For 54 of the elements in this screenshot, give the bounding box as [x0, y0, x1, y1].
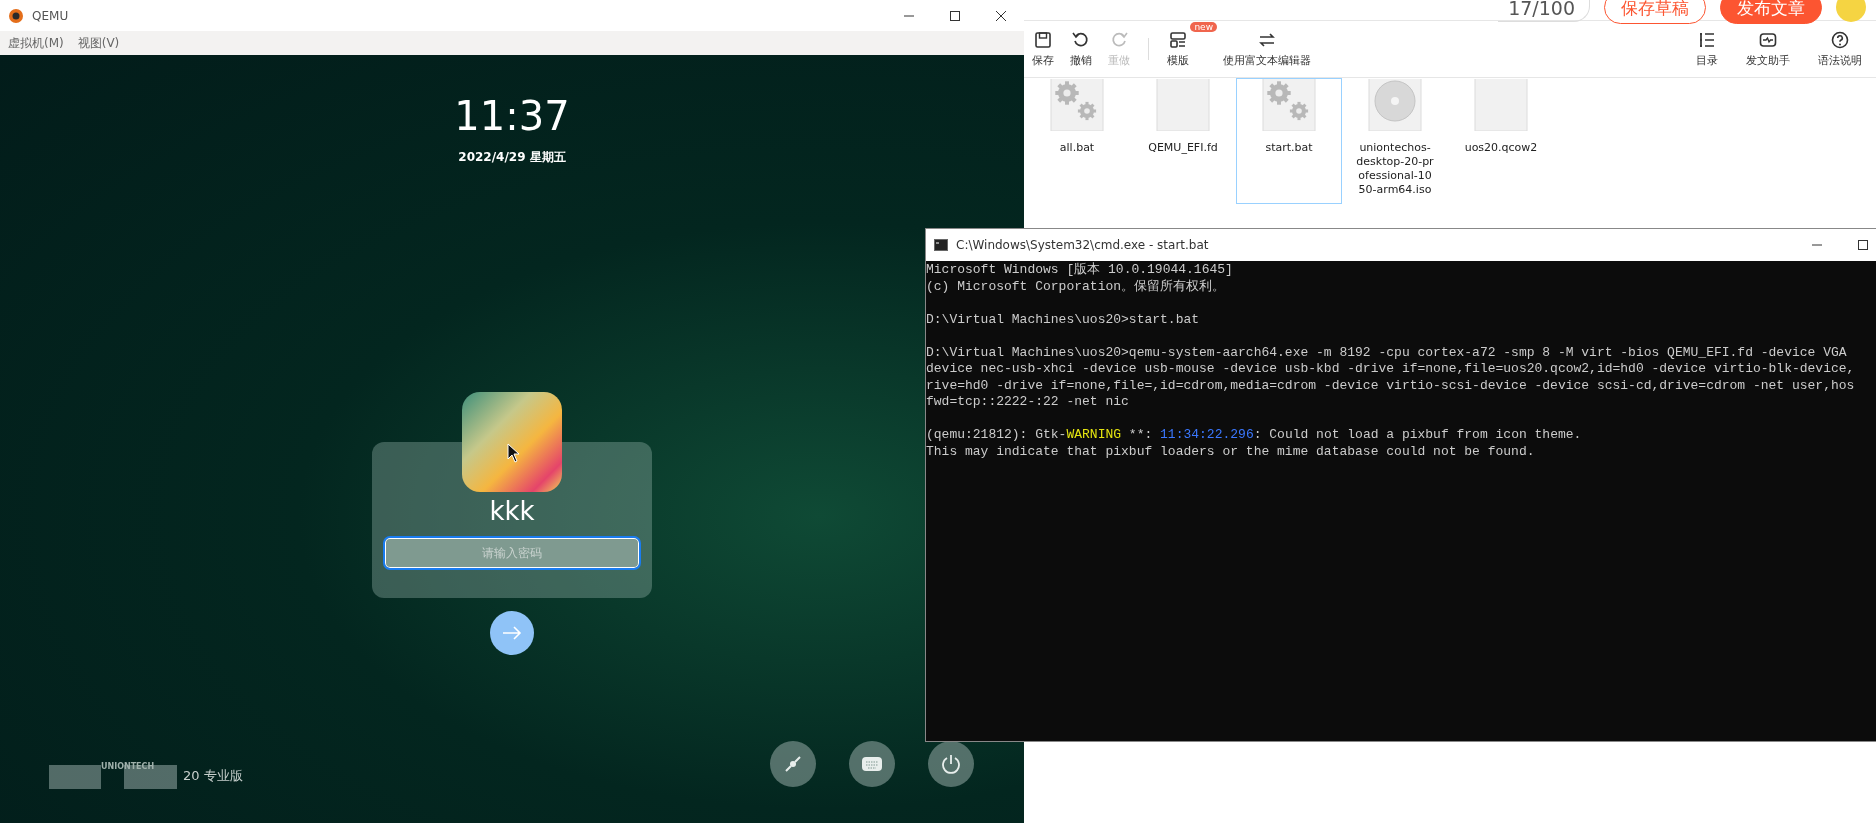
word-count: 17/100: [1498, 0, 1590, 22]
clock-date: 2022/4/29 星期五: [457, 149, 567, 166]
file-item[interactable]: all.bat: [1024, 78, 1130, 204]
plug-icon: [783, 754, 803, 774]
toolbar-button[interactable]: 目录: [1682, 30, 1732, 68]
app-logo-icon: [8, 7, 24, 24]
console-line: (qemu:21812): Gtk-WARNING **: 11:34:22.296: Could not load a pixbuf from icon theme.: [926, 427, 1582, 444]
menu-item[interactable]: 虚拟机(M): [8, 34, 64, 52]
file-name: start.bat: [1264, 141, 1314, 155]
toolbar-button[interactable]: 模版: [1159, 30, 1197, 68]
menu-item[interactable]: 视图(V): [77, 34, 120, 52]
file-name: QEMU_EFI.fd: [1147, 141, 1219, 155]
network-button[interactable]: [770, 741, 816, 787]
file-name: all.bat: [1058, 141, 1096, 155]
arrow-right-icon: [502, 626, 522, 640]
file-item[interactable]: start.bat: [1236, 78, 1342, 204]
file-item[interactable]: QEMU_EFI.fd: [1130, 78, 1236, 204]
console-line: device nec-usb-xhci -device usb-mouse -device usb-kbd -drive if=none,file=uos20.qcow2,id=hd0 -device virtio-blk-device,: [926, 361, 1855, 378]
file-name: uniontechos-desktop-20-professional-1050-arm64.iso: [1356, 141, 1434, 197]
clock-time: 11:37: [453, 93, 571, 139]
cursor-icon: [507, 443, 521, 463]
console-line: D:\Virtual Machines\uos20>qemu-system-aarch64.exe -m 8192 -cpu cortex-a72 -smp 8 -M virt -bios QEMU_EFI.fd -device VGA: [926, 344, 1847, 361]
keyboard-button[interactable]: [849, 741, 895, 787]
user-name: kkk: [489, 496, 535, 526]
list-icon: [1697, 30, 1717, 50]
new-badge: new: [1190, 22, 1217, 32]
console-line: (c) Microsoft Corporation。保留所有权利。: [926, 278, 1226, 295]
power-icon: [940, 753, 962, 775]
toolbar-button[interactable]: 保存: [1024, 30, 1062, 68]
help-icon: [1830, 30, 1850, 50]
console-line: fwd=tcp::2222-:22 -net nic: [926, 394, 1129, 411]
console-line: rive=hd0 -drive if=none,file=,id=cdrom,media=cdrom -device virtio-scsi-device -device scsi-cd,drive=cdrom -net user,hos: [926, 377, 1855, 394]
file-item[interactable]: uos20.qcow2: [1448, 78, 1554, 204]
console-line: This may indicate that pixbuf loaders or the mime database could not be found.: [926, 443, 1535, 460]
assistant-icon: [1758, 30, 1778, 50]
template-icon: [1168, 30, 1188, 50]
console-line: D:\Virtual Machines\uos20>start.bat: [926, 311, 1200, 328]
console-line: Microsoft Windows [版本 10.0.19044.1645]: [926, 262, 1233, 279]
power-button[interactable]: [928, 741, 974, 787]
file-name: uos20.qcow2: [1463, 141, 1539, 155]
window-title: C:\Windows\System32\cmd.exe - start.bat: [956, 238, 1209, 252]
save-icon: [1033, 30, 1053, 50]
toolbar-button[interactable]: 撤销: [1062, 30, 1100, 68]
login-button[interactable]: [490, 611, 534, 655]
toolbar-button[interactable]: 使用富文本编辑器: [1215, 30, 1319, 68]
toolbar-button[interactable]: 发文助手: [1732, 30, 1804, 68]
console-icon: [934, 239, 948, 251]
window-title: QEMU: [32, 8, 69, 23]
keyboard-icon: [861, 756, 883, 772]
logo: UNIONTECH: [49, 762, 177, 789]
file-item[interactable]: uniontechos-desktop-20-professional-1050-arm64.iso: [1342, 78, 1448, 204]
password-field[interactable]: 请输入密码: [383, 536, 641, 570]
toolbar-button[interactable]: 语法说明: [1804, 30, 1876, 68]
edition-label: 20 专业版: [183, 766, 243, 785]
